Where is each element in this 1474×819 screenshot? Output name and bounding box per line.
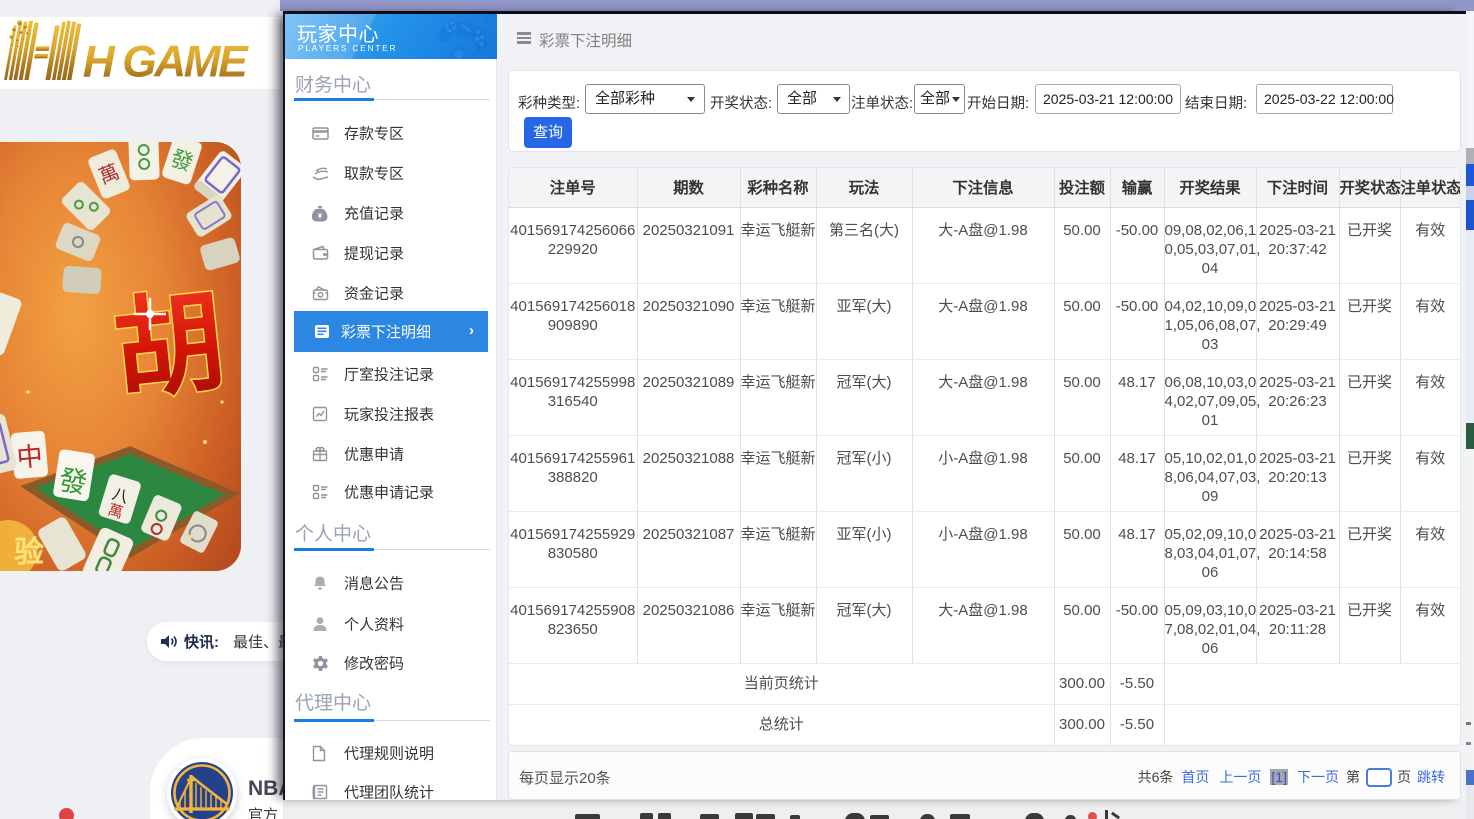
svg-text:胡: 胡 xyxy=(108,280,230,414)
svg-text:發: 發 xyxy=(57,464,90,499)
svg-text:验: 验 xyxy=(14,535,44,569)
svg-text:中: 中 xyxy=(15,441,44,473)
svg-text:H GAME: H GAME xyxy=(83,37,249,86)
